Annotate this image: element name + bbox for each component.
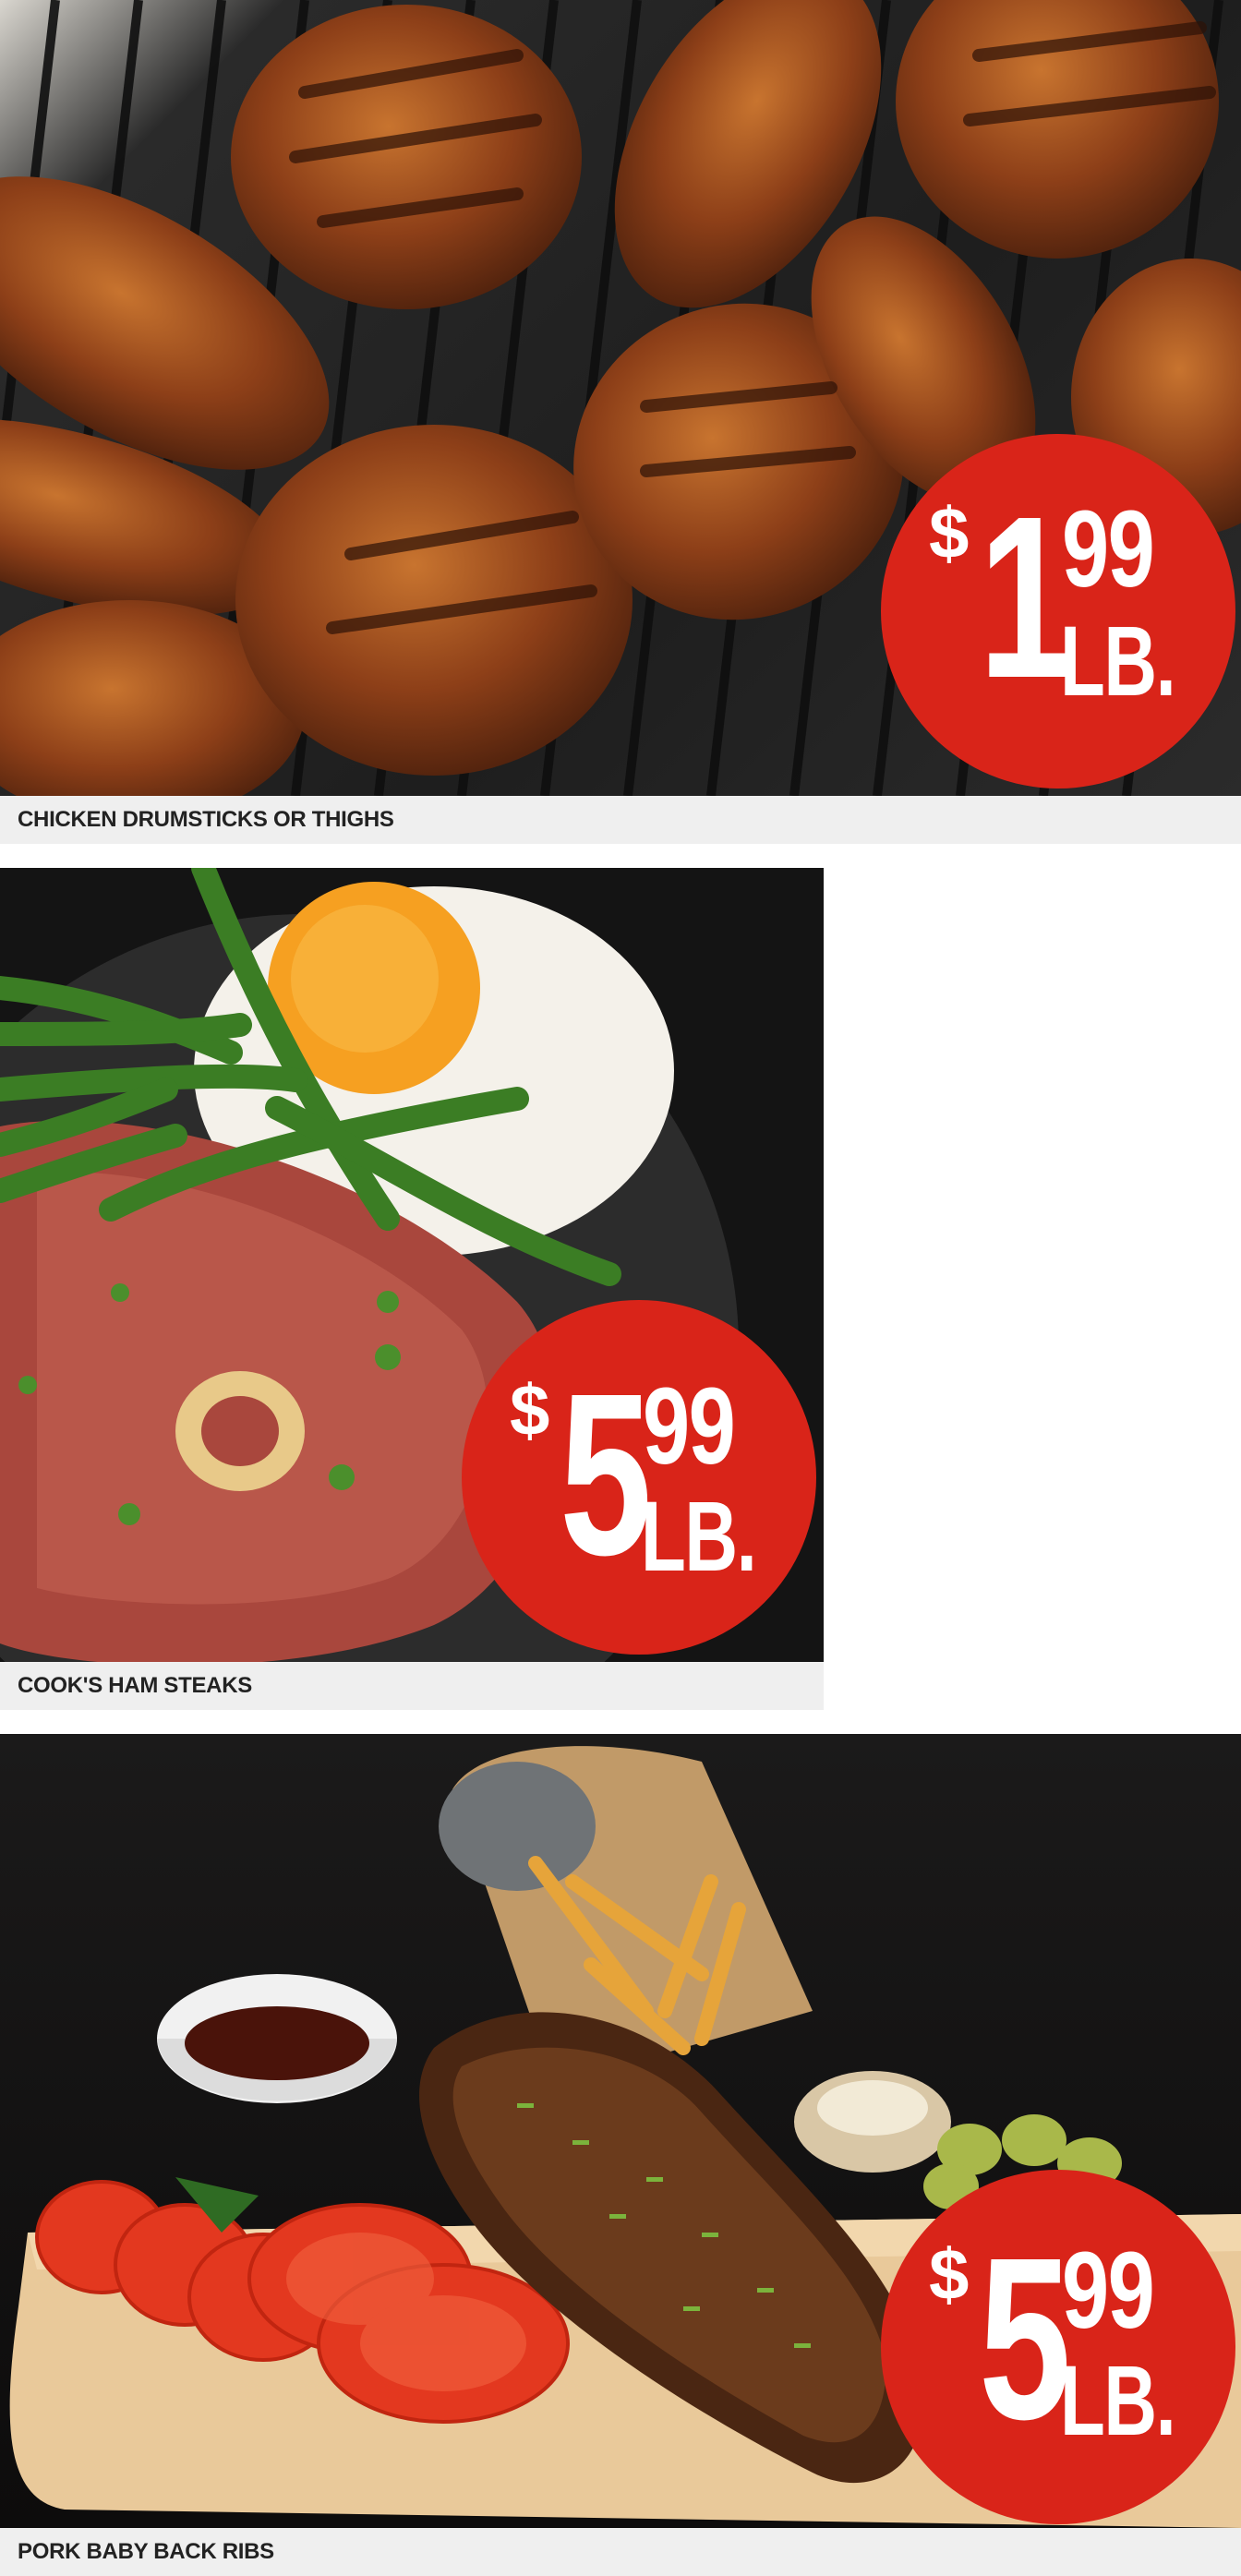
product-name: PORK BABY BACK RIBS (0, 2528, 1241, 2576)
price-badge: $ 1 99 LB. (881, 434, 1235, 788)
price-unit: LB. (1060, 605, 1176, 716)
price-badge: $ 5 99 LB. (462, 1300, 816, 1655)
price-whole: 5 (560, 1345, 652, 1603)
price-badge: $ 5 99 LB. (881, 2170, 1235, 2524)
price-unit: LB. (641, 1480, 757, 1592)
price-whole: 1 (979, 468, 1071, 726)
price-whole: 5 (979, 2209, 1071, 2467)
price-currency: $ (510, 1369, 550, 1451)
chicken-photo: $ 1 99 LB. (0, 0, 1241, 796)
price-cents: 99 (1062, 2230, 1155, 2352)
price-currency: $ (929, 2233, 970, 2315)
price-cents: 99 (1062, 488, 1155, 610)
product-card-ribs[interactable]: $ 5 99 LB. PORK BABY BACK RIBS (0, 1734, 1241, 2576)
product-card-ham[interactable]: $ 5 99 LB. COOK'S HAM STEAKS (0, 868, 824, 1710)
price-unit: LB. (1060, 2344, 1176, 2456)
product-card-chicken[interactable]: $ 1 99 LB. CHICKEN DRUMSTICKS OR THIGHS (0, 0, 1241, 844)
product-name: COOK'S HAM STEAKS (0, 1662, 824, 1710)
ribs-photo: $ 5 99 LB. (0, 1734, 1241, 2528)
ham-photo: $ 5 99 LB. (0, 868, 824, 1662)
price-currency: $ (929, 492, 970, 573)
price-cents: 99 (643, 1366, 736, 1487)
product-name: CHICKEN DRUMSTICKS OR THIGHS (0, 796, 1241, 844)
